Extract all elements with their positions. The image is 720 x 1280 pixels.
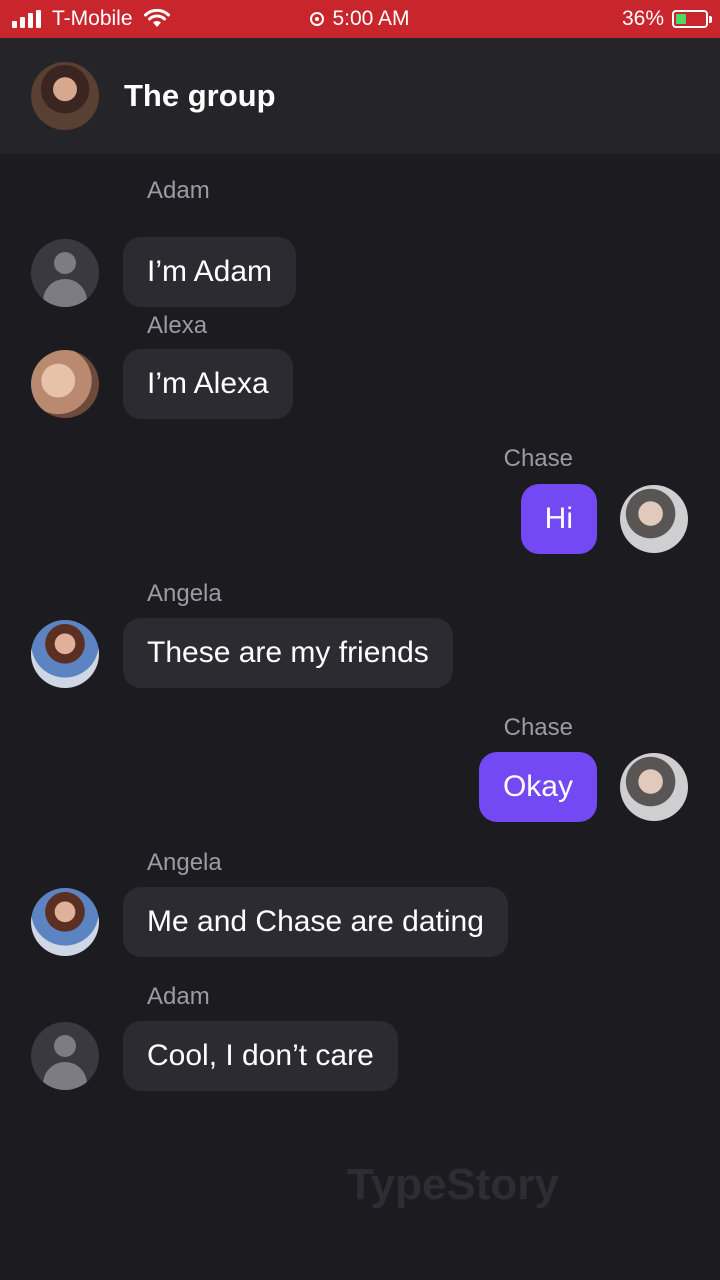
default-avatar[interactable] <box>31 239 99 307</box>
message-bubble[interactable]: These are my friends <box>123 618 453 688</box>
sender-name: Chase <box>503 445 573 472</box>
default-avatar[interactable] <box>31 1022 99 1090</box>
alexa-avatar[interactable] <box>31 350 99 418</box>
chat-header: The group <box>0 38 720 155</box>
sender-name: Angela <box>147 849 222 876</box>
sender-name: Adam <box>147 177 210 204</box>
battery-level <box>676 14 687 24</box>
battery-percent: 36% <box>621 7 664 30</box>
group-avatar[interactable] <box>31 62 99 130</box>
sender-name: Adam <box>147 983 210 1010</box>
status-time: 5:00 AM <box>332 7 410 30</box>
message-bubble[interactable]: I’m Alexa <box>123 349 293 419</box>
message-bubble[interactable]: Okay <box>478 752 597 822</box>
group-title[interactable]: The group <box>124 78 276 114</box>
angela-avatar[interactable] <box>31 888 99 956</box>
angela-avatar[interactable] <box>31 620 99 688</box>
message-bubble[interactable]: Me and Chase are dating <box>123 887 508 957</box>
chase-avatar[interactable] <box>620 485 688 553</box>
message-bubble[interactable]: Cool, I don’t care <box>123 1021 398 1091</box>
status-bar: T-Mobile 5:00 AM 36% <box>0 0 720 38</box>
message-bubble[interactable]: Hi <box>520 484 597 554</box>
sender-name: Chase <box>503 714 573 741</box>
chase-avatar[interactable] <box>620 753 688 821</box>
screen-record-icon <box>310 12 325 26</box>
sender-name: Angela <box>147 580 222 607</box>
sender-name: Alexa <box>147 312 208 339</box>
status-center: 5:00 AM <box>0 7 720 31</box>
message-list[interactable]: Adam I’m Adam Alexa I’m Alexa Chase Hi A… <box>0 155 720 1280</box>
message-bubble[interactable]: I’m Adam <box>123 237 297 307</box>
battery-icon <box>672 10 712 28</box>
watermark-logo: TypeStory <box>347 1160 559 1209</box>
status-right: 36% <box>621 7 712 31</box>
